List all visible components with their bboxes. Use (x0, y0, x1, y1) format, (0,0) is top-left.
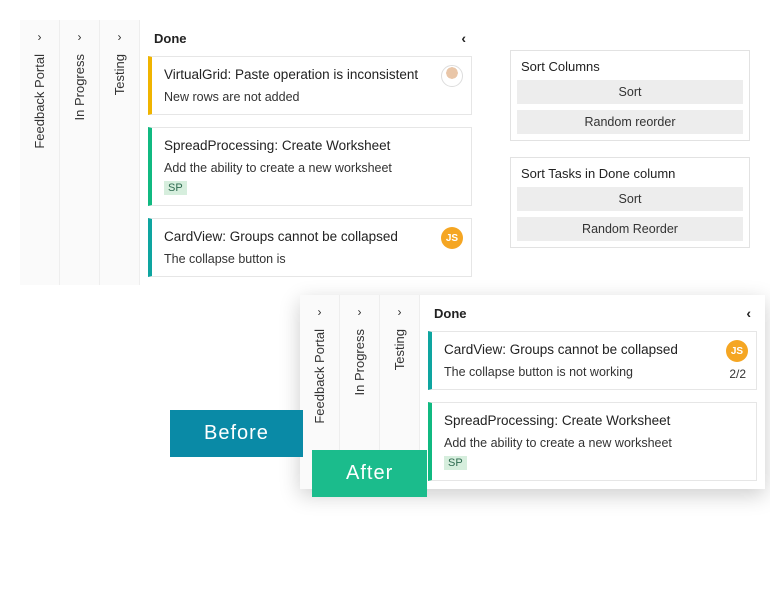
task-title: CardView: Groups cannot be collapsed (444, 342, 744, 357)
chevron-right-icon[interactable]: › (38, 20, 42, 50)
badge-sp: SP (444, 456, 467, 470)
kanban-board-before: › Feedback Portal › In Progress › Testin… (20, 20, 480, 285)
chevron-right-icon[interactable]: › (398, 295, 402, 325)
chevron-left-icon[interactable]: ‹ (461, 30, 466, 46)
column-label: Testing (112, 50, 127, 99)
column-label: In Progress (72, 50, 87, 124)
chevron-right-icon[interactable]: › (318, 295, 322, 325)
column-done: Done ‹ VirtualGrid: Paste operation is i… (140, 20, 480, 285)
column-label: Testing (392, 325, 407, 374)
column-title: Done (154, 31, 187, 46)
task-title: VirtualGrid: Paste operation is inconsis… (164, 67, 459, 82)
column-label: Feedback Portal (32, 50, 47, 153)
column-header: Done ‹ (420, 295, 765, 331)
avatar: JS (441, 227, 463, 249)
task-title: SpreadProcessing: Create Worksheet (164, 138, 459, 153)
column-testing[interactable]: › Testing (100, 20, 140, 285)
label-after: After (312, 450, 427, 497)
random-reorder-tasks-button[interactable]: Random Reorder (517, 217, 743, 241)
task-count: 2/2 (729, 367, 746, 381)
column-done: Done ‹ JS CardView: Groups cannot be col… (420, 295, 765, 489)
column-title: Done (434, 306, 467, 321)
task-card[interactable]: JS CardView: Groups cannot be collapsed … (428, 331, 757, 390)
avatar: JS (726, 340, 748, 362)
task-title: CardView: Groups cannot be collapsed (164, 229, 459, 244)
task-card[interactable]: SpreadProcessing: Create Worksheet Add t… (148, 127, 472, 206)
avatar (441, 65, 463, 87)
column-feedback-portal[interactable]: › Feedback Portal (20, 20, 60, 285)
chevron-right-icon[interactable]: › (118, 20, 122, 50)
task-card[interactable]: JS CardView: Groups cannot be collapsed … (148, 218, 472, 277)
panel-title: Sort Tasks in Done column (517, 164, 743, 187)
task-description: The collapse button is (164, 252, 459, 266)
random-reorder-columns-button[interactable]: Random reorder (517, 110, 743, 134)
task-card[interactable]: VirtualGrid: Paste operation is inconsis… (148, 56, 472, 115)
column-header: Done ‹ (140, 20, 480, 56)
chevron-left-icon[interactable]: ‹ (746, 305, 751, 321)
cards-list: VirtualGrid: Paste operation is inconsis… (140, 56, 480, 285)
avatar-initials: JS (731, 346, 743, 357)
cards-list: JS CardView: Groups cannot be collapsed … (420, 331, 765, 489)
column-in-progress[interactable]: › In Progress (60, 20, 100, 285)
panel-sort-tasks: Sort Tasks in Done column Sort Random Re… (510, 157, 750, 248)
sort-tasks-button[interactable]: Sort (517, 187, 743, 211)
panel-title: Sort Columns (517, 57, 743, 80)
side-panels: Sort Columns Sort Random reorder Sort Ta… (510, 50, 750, 248)
task-description: The collapse button is not working (444, 365, 744, 379)
chevron-right-icon[interactable]: › (78, 20, 82, 50)
task-card[interactable]: SpreadProcessing: Create Worksheet Add t… (428, 402, 757, 481)
badge-sp: SP (164, 181, 187, 195)
panel-sort-columns: Sort Columns Sort Random reorder (510, 50, 750, 141)
column-label: Feedback Portal (312, 325, 327, 428)
avatar-initials: JS (446, 233, 458, 244)
task-title: SpreadProcessing: Create Worksheet (444, 413, 744, 428)
task-description: Add the ability to create a new workshee… (164, 161, 459, 175)
task-description: New rows are not added (164, 90, 459, 104)
label-before: Before (170, 410, 303, 457)
column-label: In Progress (352, 325, 367, 399)
chevron-right-icon[interactable]: › (358, 295, 362, 325)
sort-columns-button[interactable]: Sort (517, 80, 743, 104)
task-description: Add the ability to create a new workshee… (444, 436, 744, 450)
